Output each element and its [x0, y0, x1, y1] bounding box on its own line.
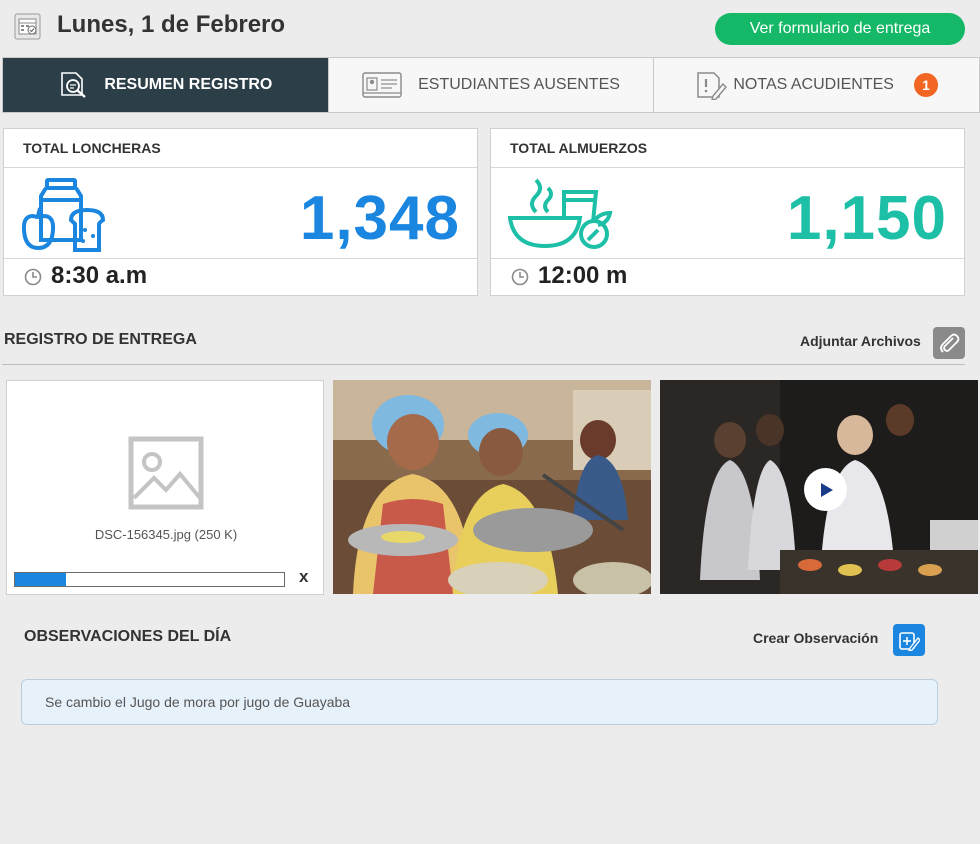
delivery-time: 12:00 m — [538, 262, 628, 289]
notification-badge: 1 — [913, 73, 938, 97]
delivery-section-title: REGISTRO DE ENTREGA — [4, 331, 197, 348]
observation-item: Se cambio el Jugo de mora por jugo de Gu… — [21, 679, 938, 725]
attach-files-link[interactable]: Adjuntar Archivos — [800, 333, 921, 349]
search-document-icon — [61, 72, 87, 98]
attach-files-button[interactable] — [933, 327, 965, 359]
upload-progress-bar — [14, 572, 285, 587]
view-delivery-form-button[interactable]: Ver formulario de entrega — [715, 13, 965, 45]
add-note-icon — [899, 632, 920, 651]
lunchbox-count: 1,348 — [299, 184, 460, 253]
observations-section-title: OBSERVACIONES DEL DÍA — [24, 628, 232, 645]
card-title: TOTAL ALMUERZOS — [491, 129, 964, 168]
create-observation-link[interactable]: Crear Observación — [753, 630, 878, 646]
card-title: TOTAL LONCHERAS — [4, 129, 477, 168]
lunchbox-icon — [21, 178, 106, 252]
page-header: Lunes, 1 de Febrero Ver formulario de en… — [0, 0, 980, 57]
image-placeholder-icon — [128, 436, 204, 510]
section-divider — [2, 364, 965, 365]
lunchbox-total-card: TOTAL LONCHERAS 1,348 8:30 a.m — [3, 128, 478, 296]
paperclip-icon — [940, 333, 960, 353]
tab-label: ESTUDIANTES AUSENTES — [418, 76, 620, 93]
page-title: Lunes, 1 de Febrero — [57, 11, 286, 38]
kitchen-photo — [333, 380, 651, 594]
upload-progress-fill — [15, 573, 67, 586]
remove-upload-button[interactable]: x — [299, 567, 308, 587]
delivery-photo[interactable] — [333, 380, 651, 594]
tab-guardian-notes[interactable]: NOTAS ACUDIENTES 1 — [654, 58, 979, 112]
clock-icon — [24, 268, 42, 286]
tab-label: RESUMEN REGISTRO — [104, 76, 273, 93]
upload-item: DSC-156345.jpg (250 K) x — [6, 380, 324, 595]
play-icon — [820, 482, 833, 497]
tab-label: NOTAS ACUDIENTES — [733, 76, 894, 93]
lunch-count: 1,150 — [786, 184, 947, 253]
tab-bar: RESUMEN REGISTRO ESTUDIANTES AUSENTES NO… — [2, 57, 980, 113]
calendar-check-icon — [14, 13, 41, 40]
tab-absent-students[interactable]: ESTUDIANTES AUSENTES — [329, 58, 655, 112]
delivery-video[interactable] — [660, 380, 978, 594]
delivery-time: 8:30 a.m — [51, 262, 148, 289]
upload-filename: DSC-156345.jpg (250 K) — [94, 527, 238, 542]
id-card-icon — [362, 72, 402, 98]
tab-summary[interactable]: RESUMEN REGISTRO — [3, 58, 329, 112]
lunch-bowl-icon — [508, 178, 613, 249]
clock-icon — [511, 268, 529, 286]
create-observation-button[interactable] — [893, 624, 925, 656]
lunch-total-card: TOTAL ALMUERZOS 1,150 12:00 m — [490, 128, 965, 296]
note-alert-icon — [697, 72, 728, 100]
play-button[interactable] — [804, 468, 847, 511]
